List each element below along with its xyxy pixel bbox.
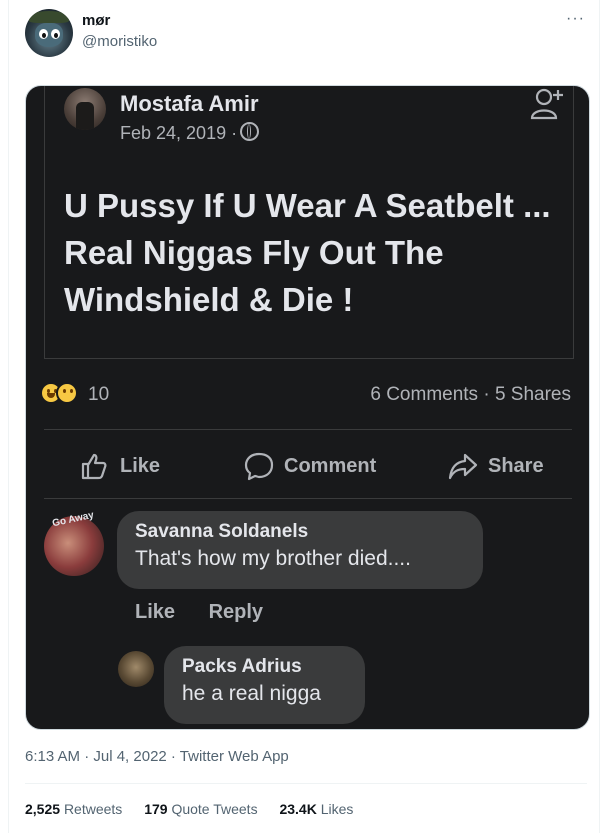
avatar-eye [39, 29, 48, 39]
comment-bubble: Savanna Soldanels That's how my brother … [117, 511, 483, 589]
commenter-avatar [118, 651, 154, 687]
tweet-timestamp[interactable]: 6:13 AM · Jul 4, 2022 · Twitter Web App [25, 748, 289, 765]
commenter-name: Savanna Soldanels [135, 521, 309, 542]
thumbs-up-icon [81, 453, 107, 480]
display-name[interactable]: mør [82, 12, 110, 29]
engagement-counts: 2,525 Retweets 179 Quote Tweets 23.4K Li… [25, 801, 371, 817]
divider [44, 498, 572, 499]
avatar-eye [51, 29, 60, 39]
fb-post-text: U Pussy If U Wear A Seatbelt ... Real Ni… [64, 187, 551, 318]
share-icon [448, 453, 478, 480]
user-avatar[interactable] [25, 9, 73, 57]
globe-icon [240, 122, 260, 141]
fb-post-date: Feb 24, 2019 · [120, 122, 260, 144]
retweets-label: Retweets [63, 801, 123, 817]
comment-like: Like [135, 601, 176, 623]
fb-share-action: Share [448, 451, 544, 481]
post-stats: 6 Comments · 5 Shares [370, 384, 571, 405]
likes-label: Likes [320, 801, 354, 817]
tweet: mør @moristiko ··· Mostafa Amir Feb 24, … [8, 0, 600, 833]
comment-reply: Reply [208, 601, 264, 623]
quotes-count: 179 [144, 801, 168, 817]
quote-tweets-link[interactable]: 179 Quote Tweets [144, 801, 257, 817]
fb-comment-action: Comment [244, 451, 376, 481]
likes-link[interactable]: 23.4K Likes [279, 801, 353, 817]
comment-text: he a real nigga [182, 682, 321, 705]
retweets-link[interactable]: 2,525 Retweets [25, 801, 122, 817]
retweets-count: 2,525 [25, 801, 61, 817]
user-handle[interactable]: @moristiko [82, 33, 157, 50]
comment-text: That's how my brother died.... [135, 547, 411, 570]
likes-count: 23.4K [279, 801, 317, 817]
comment-actions: Like Reply [135, 601, 291, 624]
avatar-hat [29, 11, 69, 23]
sad-reaction-icon [56, 382, 78, 404]
reaction-count: 10 [88, 384, 110, 405]
fb-comment-label: Comment [284, 454, 377, 477]
comment-bubble: Packs Adrius he a real nigga [164, 646, 365, 724]
add-friend-icon [530, 88, 563, 120]
tweet-media-image[interactable]: Mostafa Amir Feb 24, 2019 · U Pussy If U… [25, 85, 590, 730]
fb-share-label: Share [488, 454, 544, 477]
fb-author-avatar [64, 88, 106, 130]
fb-author-name: Mostafa Amir [120, 91, 259, 116]
divider [25, 783, 587, 784]
fb-date-text: Feb 24, 2019 · [120, 123, 238, 143]
commenter-name: Packs Adrius [182, 656, 302, 677]
divider [44, 429, 572, 430]
fb-like-label: Like [120, 454, 161, 477]
fb-like-action: Like [80, 451, 160, 481]
more-options-icon[interactable]: ··· [566, 10, 585, 28]
quotes-label: Quote Tweets [171, 801, 258, 817]
comment-icon [244, 452, 274, 481]
